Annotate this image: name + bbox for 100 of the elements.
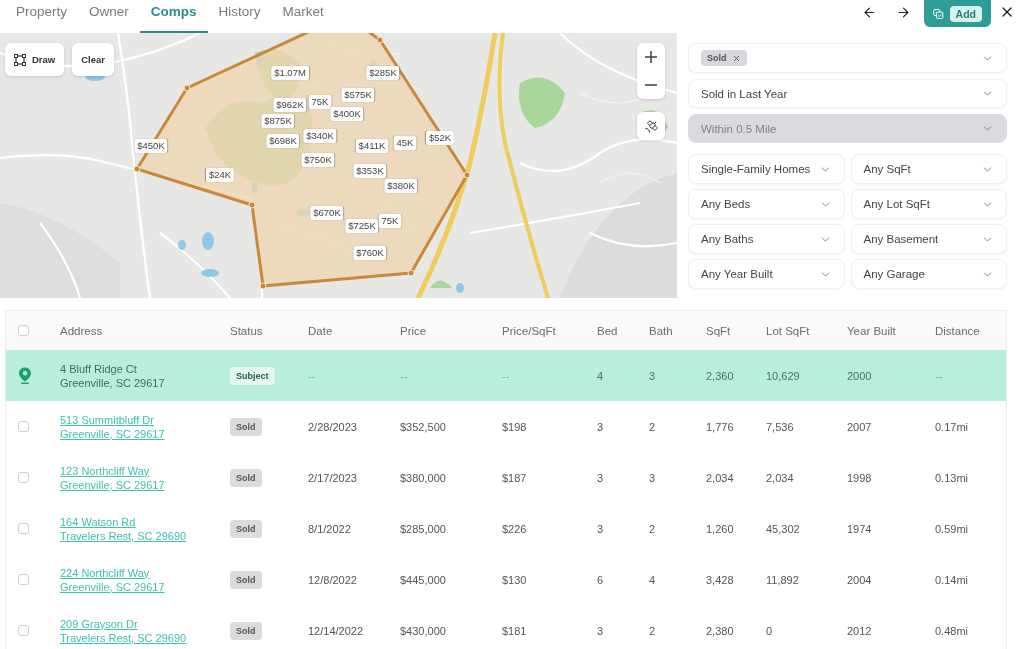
table-cell: 11,892 [766, 573, 799, 586]
draw-button[interactable]: Draw [5, 43, 65, 76]
filter-select[interactable]: Any SqFt [850, 154, 1007, 184]
column-header: Date [308, 324, 333, 337]
table-cell: 2 [649, 522, 656, 535]
table-cell: $352,500 [400, 420, 446, 433]
table-cell: 0.17mi [935, 420, 969, 433]
row-checkbox[interactable] [18, 421, 29, 432]
tab[interactable]: Owner [78, 0, 140, 33]
column-header: Address [60, 324, 103, 337]
table-cell: 3 [649, 471, 656, 484]
satellite-icon [643, 118, 659, 134]
filter-select[interactable]: Any Baths [688, 224, 845, 254]
table-cell: $430,000 [400, 624, 446, 637]
table-cell: 1,776 [706, 420, 734, 433]
table-cell: 2/28/2023 [308, 420, 357, 433]
row-checkbox[interactable] [18, 472, 29, 483]
map-view-button[interactable] [637, 112, 665, 140]
column-header: Status [230, 324, 263, 337]
filter-select[interactable]: Any Garage [850, 259, 1007, 289]
status-badge: Sold [230, 570, 262, 589]
plus-icon [645, 51, 657, 63]
filter-select[interactable]: Any Year Built [688, 259, 845, 289]
table-cell: 45,302 [766, 522, 800, 535]
table-cell: 2 [649, 420, 656, 433]
filter-chip[interactable]: Sold [701, 50, 747, 66]
table-cell: $226 [502, 522, 527, 535]
table-cell: $380,000 [400, 471, 446, 484]
table-cell: 12/8/2022 [308, 573, 357, 586]
table-cell: 2,034 [706, 471, 734, 484]
table-cell: 3 [597, 624, 604, 637]
remove-icon [731, 53, 741, 63]
column-header: Distance [935, 324, 980, 337]
table-cell: 7,536 [766, 420, 794, 433]
table-cell: 12/14/2022 [308, 624, 364, 637]
filter-select[interactable]: Single-Family Homes [688, 154, 845, 184]
table-cell: 4 [649, 573, 656, 586]
table-cell: 2,380 [706, 624, 734, 637]
column-header: Lot SqFt [766, 324, 810, 337]
table-cell: 2,360 [706, 369, 734, 382]
table-cell: 2/17/2023 [308, 471, 357, 484]
row-checkbox[interactable] [18, 574, 29, 585]
arrow-right-icon [895, 4, 911, 20]
tab[interactable]: Market [271, 0, 335, 33]
table-cell: 2000 [847, 369, 872, 382]
table-cell: 6 [597, 573, 604, 586]
table-cell: 4 [597, 369, 604, 382]
status-select[interactable]: Sold [688, 43, 1007, 73]
filter-select[interactable]: Any Beds [688, 189, 845, 219]
clear-button[interactable]: Clear [72, 43, 114, 76]
filter-select[interactable]: Any Lot SqFt [850, 189, 1007, 219]
polygon-icon [14, 53, 26, 66]
table-cell: 3 [597, 420, 604, 433]
table-cell: 2007 [847, 420, 872, 433]
period-select[interactable]: Sold in Last Year [688, 79, 1007, 108]
table-cell: $130 [502, 573, 527, 586]
table-cell: $181 [502, 624, 527, 637]
table-cell: -- [400, 369, 408, 382]
table-cell: $187 [502, 471, 527, 484]
minus-icon [645, 84, 657, 86]
tab[interactable]: History [207, 0, 272, 33]
table-cell: 0.48mi [935, 624, 969, 637]
table-cell: $445,000 [400, 573, 446, 586]
table-cell: 1,260 [706, 522, 734, 535]
table-cell: 0.13mi [935, 471, 969, 484]
table-cell: $285,000 [400, 522, 446, 535]
address-text: 4 Bluff Ridge Ct Greenville, SC 29617 [60, 361, 165, 390]
table-cell: 0.59mi [935, 522, 969, 535]
column-header: Bath [649, 324, 673, 337]
table-cell: 3 [597, 522, 604, 535]
row-checkbox[interactable] [18, 625, 29, 636]
table-cell: -- [308, 369, 316, 382]
table-cell: 1998 [847, 471, 872, 484]
column-header: Year Built [847, 324, 896, 337]
table-cell: $198 [502, 420, 527, 433]
table-cell: 3 [649, 369, 656, 382]
table-cell: -- [502, 369, 510, 382]
status-badge: Subject [230, 366, 275, 385]
row-checkbox[interactable] [18, 523, 29, 534]
table-cell: 3 [597, 471, 604, 484]
table-cell: 2,034 [766, 471, 794, 484]
table-cell: 2 [649, 624, 656, 637]
column-header: Price/SqFt [502, 324, 556, 337]
status-badge: Sold [230, 621, 262, 640]
status-badge: Sold [230, 417, 262, 436]
table-cell: 1974 [847, 522, 872, 535]
table-cell: 8/1/2022 [308, 522, 351, 535]
add-button[interactable]: Add [924, 0, 991, 27]
table-cell: 2012 [847, 624, 872, 637]
select-all-checkbox[interactable] [18, 325, 29, 336]
column-header: Bed [597, 324, 618, 337]
column-header: SqFt [706, 324, 731, 337]
table-cell: 0.14mi [935, 573, 969, 586]
table-cell: 10,629 [766, 369, 800, 382]
table-cell: 0 [766, 624, 773, 637]
filter-select[interactable]: Any Basement [850, 224, 1007, 254]
table-cell: -- [935, 369, 943, 382]
table-cell: 3,428 [706, 573, 734, 586]
tab[interactable]: Property [5, 0, 79, 33]
copy-check-icon [933, 6, 944, 21]
